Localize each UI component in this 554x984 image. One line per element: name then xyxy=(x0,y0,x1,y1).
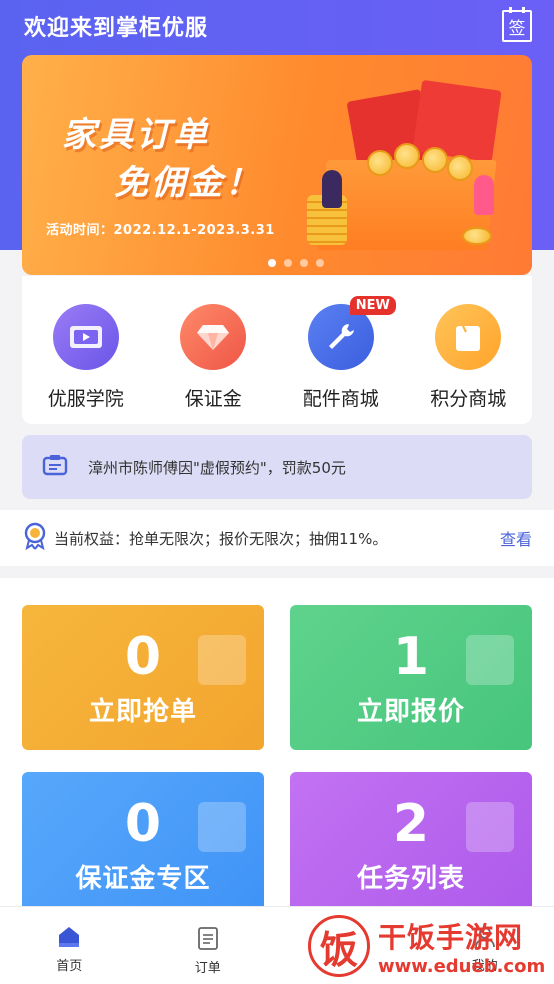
banner-subheadline: 免佣金！ xyxy=(114,163,262,203)
carousel-dot[interactable] xyxy=(268,259,276,267)
site-watermark: 饭 干饭手游网 www.edueb.com xyxy=(308,912,548,980)
banner-headline: 家具订单 xyxy=(62,115,210,155)
coin-graphic xyxy=(367,150,393,176)
quick-item-parts-mall[interactable]: NEW 配件商城 xyxy=(286,296,396,424)
page-title: 欢迎来到掌柜优服 xyxy=(24,16,209,41)
watermark-url: www.edueb.com xyxy=(378,955,546,977)
app-header: 欢迎来到掌柜优服 签 xyxy=(0,0,554,52)
coin-graphic xyxy=(447,155,473,181)
card-count: 2 xyxy=(392,794,430,854)
quick-item-deposit[interactable]: 保证金 xyxy=(158,304,268,424)
checkin-button[interactable]: 签 xyxy=(502,7,532,42)
card-label: 任务列表 xyxy=(356,864,465,894)
clipboard-icon xyxy=(197,927,218,950)
person-illustration xyxy=(474,175,494,215)
task-list-card[interactable]: 2 任务列表 xyxy=(290,772,532,917)
quick-menu: 优服学院 保证金 NEW 配件商城 积分商城 xyxy=(22,276,532,424)
banner-period: 活动时间：2022.12.1-2023.3.31 xyxy=(46,223,275,238)
grab-order-card[interactable]: 0 立即抢单 xyxy=(22,605,264,750)
quick-item-label: 保证金 xyxy=(184,388,242,410)
notice-text: 漳州市陈师傅因"虚假预约"，罚款50元 xyxy=(88,458,346,477)
carousel-dot[interactable] xyxy=(300,259,308,267)
notice-icon xyxy=(42,453,68,481)
quick-item-label: 配件商城 xyxy=(302,388,379,410)
notice-bar[interactable]: 漳州市陈师傅因"虚假预约"，罚款50元 xyxy=(22,435,532,499)
new-badge: NEW xyxy=(349,296,396,315)
deposit-zone-card[interactable]: 0 保证金专区 xyxy=(22,772,264,917)
promo-banner[interactable]: 家具订单 免佣金！ 活动时间：2022.12.1-2023.3.31 xyxy=(22,55,532,275)
card-label: 立即抢单 xyxy=(88,697,197,727)
card-count: 0 xyxy=(124,794,162,854)
document-icon xyxy=(466,635,514,685)
coin-graphic xyxy=(462,227,492,245)
card-label: 保证金专区 xyxy=(75,864,211,894)
home-icon xyxy=(59,927,80,947)
list-icon xyxy=(466,802,514,852)
quick-item-label: 优服学院 xyxy=(47,388,124,410)
view-rights-link[interactable]: 查看 xyxy=(500,526,532,550)
carousel-dot[interactable] xyxy=(284,259,292,267)
quick-item-academy[interactable]: 优服学院 xyxy=(31,304,141,424)
carousel-dot[interactable] xyxy=(316,259,324,267)
quote-card[interactable]: 1 立即报价 xyxy=(290,605,532,750)
tab-label: 订单 xyxy=(194,961,221,976)
carousel-indicator[interactable] xyxy=(268,259,324,267)
card-count: 1 xyxy=(392,627,430,687)
rights-text: 当前权益：抢单无限次；报价无限次；抽佣11%。 xyxy=(54,529,388,548)
bag-icon xyxy=(435,304,502,370)
coin-graphic xyxy=(394,143,420,169)
medal-icon xyxy=(22,522,48,554)
watermark-title: 干饭手游网 xyxy=(378,920,524,954)
diamond-icon xyxy=(180,304,247,370)
card-label: 立即报价 xyxy=(356,697,465,727)
tab-orders[interactable]: 订单 xyxy=(139,907,278,984)
rights-bar: 当前权益：抢单无限次；报价无限次；抽佣11%。 查看 xyxy=(0,510,554,566)
tab-home[interactable]: 首页 xyxy=(0,907,139,984)
coin-graphic xyxy=(422,147,448,173)
watermark-logo: 饭 xyxy=(308,915,370,977)
chart-icon xyxy=(198,635,246,685)
quick-item-points-mall[interactable]: 积分商城 xyxy=(413,304,523,424)
quick-item-label: 积分商城 xyxy=(430,388,507,410)
trophy-icon xyxy=(198,802,246,852)
tab-label: 首页 xyxy=(56,959,83,974)
play-book-icon xyxy=(52,304,119,370)
person-illustration xyxy=(322,170,342,208)
card-count: 0 xyxy=(124,627,162,687)
